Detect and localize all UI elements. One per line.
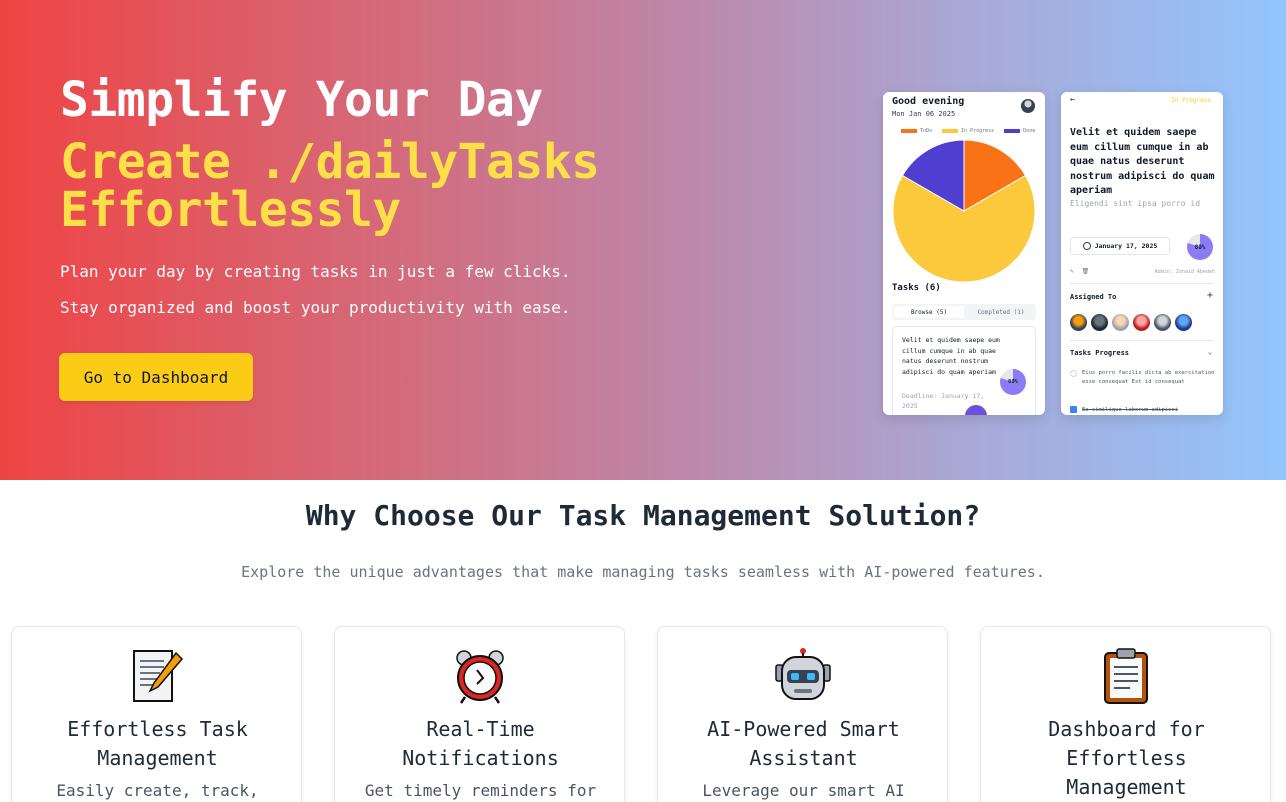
hero-description-line-1: Plan your day by creating tasks in just …	[60, 262, 571, 281]
feature-desc: Get timely reminders for	[364, 781, 597, 800]
due-date-text: January 17, 2025	[1094, 242, 1158, 250]
robot-icon	[658, 647, 947, 705]
checkbox-icon[interactable]	[1070, 370, 1077, 377]
status-badge: In Progress	[1171, 97, 1211, 104]
feature-card-notifications: Real-Time Notifications Get timely remin…	[334, 626, 625, 802]
edit-icon[interactable]: ✎	[1070, 268, 1074, 275]
chevron-down-icon[interactable]: ⌄	[1208, 348, 1212, 356]
task-actions: ✎ 🗑	[1070, 268, 1089, 275]
progress-item-completed[interactable]: Ea similique laborum adipisci	[1070, 406, 1178, 413]
legend-label: In Progress	[961, 128, 995, 134]
task-detail-preview-phone: ← In Progress Velit et quidem saepe eum …	[1061, 92, 1223, 415]
progress-item-text: Eius porro facilis dicta ab exercitation…	[1082, 370, 1215, 385]
feature-title: Real-Time Notifications	[402, 717, 559, 770]
admin-text: Admin: Zonaid Abedeh	[1154, 269, 1215, 275]
checked-checkbox-icon[interactable]	[1070, 406, 1077, 413]
feature-desc: Leverage our smart AI	[702, 781, 905, 800]
avatar[interactable]	[1070, 314, 1087, 331]
avatar[interactable]	[1091, 314, 1108, 331]
features-heading: Why Choose Our Task Management Solution?	[305, 499, 981, 532]
hero-title: Simplify Your Day	[60, 72, 543, 128]
add-assignee-icon[interactable]: +	[1207, 290, 1213, 301]
avatar[interactable]	[1175, 314, 1192, 331]
legend-label: ToDo	[920, 128, 933, 134]
avatar[interactable]	[1154, 314, 1171, 331]
assignee-avatars	[1070, 314, 1192, 331]
task-card[interactable]: Velit et quidem saepe eum cillum cumque …	[892, 326, 1036, 415]
avatar[interactable]	[1112, 314, 1129, 331]
feature-desc: Easily create, track,	[56, 781, 259, 800]
task-description: Velit et quidem saepe eum cillum cumque …	[902, 336, 1000, 376]
alarm-clock-icon	[335, 647, 624, 705]
feature-title: Effortless Task Management	[67, 717, 248, 770]
task-status-pie-chart	[892, 139, 1036, 283]
dashboard-preview-phone: Good evening Mon Jan 06 2025 ToDo In Pro…	[883, 92, 1045, 415]
progress-badge: 80%	[1000, 369, 1026, 395]
task-deadline: Deadline: January 17, 2025	[902, 392, 985, 410]
tab-completed[interactable]: Completed (1)	[966, 304, 1036, 320]
hero-section: Simplify Your Day Create ./dailyTasks Ef…	[0, 0, 1286, 480]
clock-icon	[1082, 242, 1091, 250]
progress-badge: 80%	[1187, 234, 1213, 260]
greeting-text: Good evening	[892, 96, 965, 107]
feature-card-task-management: Effortless Task Management Easily create…	[11, 626, 302, 802]
date-text: Mon Jan 06 2025	[892, 110, 956, 118]
tasks-progress-heading: Tasks Progress	[1070, 349, 1130, 357]
due-date-pill: January 17, 2025	[1070, 237, 1170, 255]
delete-icon[interactable]: 🗑	[1082, 268, 1090, 275]
divider	[1070, 283, 1214, 284]
task-desc: Eligendi sint ipsa porro id	[1070, 199, 1201, 208]
legend-label: Done	[1023, 128, 1036, 134]
chart-legend: ToDo In Progress Done	[901, 128, 1035, 134]
tab-browse[interactable]: Browse (5)	[894, 306, 964, 318]
back-arrow-icon[interactable]: ←	[1070, 95, 1075, 105]
hero-description-line-2: Stay organized and boost your productivi…	[60, 298, 571, 317]
feature-title: AI-Powered Smart Assistant	[707, 717, 900, 770]
legend-item-in-progress: In Progress	[942, 128, 994, 134]
task-title: Velit et quidem saepe eum cillum cumque …	[1070, 127, 1215, 196]
legend-item-todo: ToDo	[901, 128, 932, 134]
go-to-dashboard-button[interactable]: Go to Dashboard	[59, 353, 253, 401]
memo-pencil-icon	[12, 647, 301, 705]
avatar[interactable]	[1133, 314, 1150, 331]
feature-card-ai-assistant: AI-Powered Smart Assistant Leverage our …	[657, 626, 948, 802]
feature-title: Dashboard for Effortless Management	[1048, 717, 1205, 799]
clipboard-icon	[981, 647, 1270, 705]
features-subheading: Explore the unique advantages that make …	[241, 563, 1045, 581]
progress-item[interactable]: Eius porro facilis dicta ab exercitation…	[1070, 369, 1218, 386]
avatar	[1021, 99, 1035, 113]
task-tabs: Browse (5) Completed (1)	[892, 304, 1036, 320]
divider	[1070, 340, 1214, 341]
feature-card-dashboard: Dashboard for Effortless Management	[980, 626, 1271, 802]
tasks-heading: Tasks (6)	[892, 283, 941, 293]
hero-subtitle: Create ./dailyTasks Effortlessly	[60, 134, 600, 238]
assigned-heading: Assigned To	[1070, 293, 1117, 301]
legend-item-done: Done	[1004, 128, 1035, 134]
progress-item-text: Ea similique laborum adipisci	[1082, 406, 1179, 413]
